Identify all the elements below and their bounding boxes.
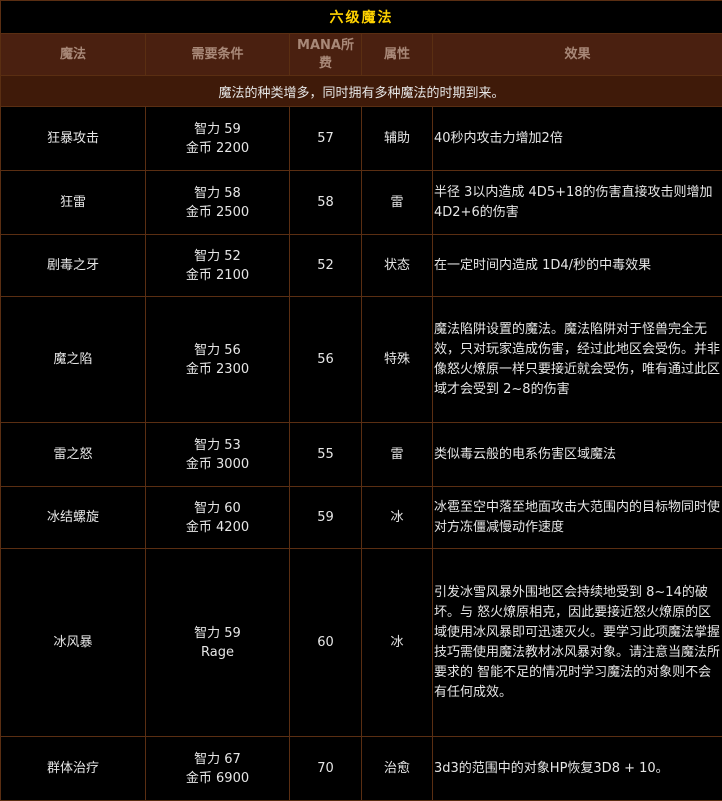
req-int: 智力 60	[146, 499, 289, 518]
spell-mana: 60	[290, 549, 362, 737]
header-attribute: 属性	[362, 34, 433, 76]
spell-name: 剧毒之牙	[1, 235, 146, 297]
spell-name: 魔之陷	[1, 297, 146, 423]
spell-requirement: 智力 52金币 2100	[146, 235, 290, 297]
header-mana-line2: 费	[290, 55, 361, 73]
spell-name: 狂暴攻击	[1, 107, 146, 171]
spell-requirement: 智力 60金币 4200	[146, 487, 290, 549]
spell-attribute: 雷	[362, 171, 433, 235]
spell-requirement: 智力 67金币 6900	[146, 737, 290, 801]
spell-attribute: 特殊	[362, 297, 433, 423]
spell-attribute: 冰	[362, 487, 433, 549]
spell-effect: 在一定时间内造成 1D4/秒的中毒效果	[433, 235, 722, 297]
spell-name: 冰风暴	[1, 549, 146, 737]
header-mana-line1: MANA所	[290, 37, 361, 55]
spell-requirement: 智力 58金币 2500	[146, 171, 290, 235]
req-cost: 金币 2100	[146, 266, 289, 285]
spell-effect: 冰雹至空中落至地面攻击大范围内的目标物同时使对方冻僵减慢动作速度	[433, 487, 722, 549]
spell-requirement: 智力 59金币 2200	[146, 107, 290, 171]
spell-effect: 40秒内攻击力增加2倍	[433, 107, 722, 171]
req-cost: 金币 6900	[146, 769, 289, 788]
spell-mana: 59	[290, 487, 362, 549]
spell-effect: 3d3的范围中的对象HP恢复3D8 + 10。	[433, 737, 722, 801]
spell-requirement: 智力 56金币 2300	[146, 297, 290, 423]
table-title: 六级魔法	[1, 1, 722, 34]
header-row: 魔法 需要条件 MANA所 费 属性 效果	[1, 34, 722, 76]
spell-attribute: 冰	[362, 549, 433, 737]
spell-mana: 57	[290, 107, 362, 171]
table-row: 冰结螺旋 智力 60金币 4200 59 冰 冰雹至空中落至地面攻击大范围内的目…	[1, 487, 722, 549]
magic-table: 六级魔法 魔法 需要条件 MANA所 费 属性 效果 魔法的种类增多，同时拥有多…	[0, 0, 722, 801]
req-cost: Rage	[146, 643, 289, 662]
req-cost: 金币 4200	[146, 518, 289, 537]
spell-attribute: 治愈	[362, 737, 433, 801]
req-int: 智力 59	[146, 120, 289, 139]
spell-mana: 55	[290, 423, 362, 487]
spell-effect: 半径 3以内造成 4D5+18的伤害直接攻击则增加4D2+6的伤害	[433, 171, 722, 235]
spell-attribute: 辅助	[362, 107, 433, 171]
req-int: 智力 52	[146, 247, 289, 266]
spell-name: 雷之怒	[1, 423, 146, 487]
table-row: 冰风暴 智力 59Rage 60 冰 引发冰雪风暴外围地区会持续地受到 8~14…	[1, 549, 722, 737]
req-cost: 金币 2300	[146, 360, 289, 379]
spell-name: 冰结螺旋	[1, 487, 146, 549]
req-cost: 金币 3000	[146, 455, 289, 474]
spell-effect: 类似毒云般的电系伤害区域魔法	[433, 423, 722, 487]
req-int: 智力 53	[146, 436, 289, 455]
header-mana: MANA所 费	[290, 34, 362, 76]
req-int: 智力 67	[146, 750, 289, 769]
req-int: 智力 56	[146, 341, 289, 360]
spell-requirement: 智力 53金币 3000	[146, 423, 290, 487]
spell-mana: 56	[290, 297, 362, 423]
spell-attribute: 雷	[362, 423, 433, 487]
table-row: 狂雷 智力 58金币 2500 58 雷 半径 3以内造成 4D5+18的伤害直…	[1, 171, 722, 235]
spell-effect: 魔法陷阱设置的魔法。魔法陷阱对于怪兽完全无效，只对玩家造成伤害，经过此地区会受伤…	[433, 297, 722, 423]
spell-mana: 52	[290, 235, 362, 297]
req-cost: 金币 2500	[146, 203, 289, 222]
spell-requirement: 智力 59Rage	[146, 549, 290, 737]
table-row: 狂暴攻击 智力 59金币 2200 57 辅助 40秒内攻击力增加2倍	[1, 107, 722, 171]
spell-mana: 70	[290, 737, 362, 801]
notice-row: 魔法的种类增多，同时拥有多种魔法的时期到来。	[1, 76, 722, 107]
req-int: 智力 59	[146, 624, 289, 643]
spell-effect: 引发冰雪风暴外围地区会持续地受到 8~14的破坏。与 怒火燎原相克，因此要接近怒…	[433, 549, 722, 737]
notice-text: 魔法的种类增多，同时拥有多种魔法的时期到来。	[1, 76, 722, 107]
header-effect: 效果	[433, 34, 722, 76]
req-cost: 金币 2200	[146, 139, 289, 158]
title-row: 六级魔法	[1, 1, 722, 34]
header-name: 魔法	[1, 34, 146, 76]
spell-name: 狂雷	[1, 171, 146, 235]
spell-name: 群体治疗	[1, 737, 146, 801]
header-requirement: 需要条件	[146, 34, 290, 76]
req-int: 智力 58	[146, 184, 289, 203]
table-row: 群体治疗 智力 67金币 6900 70 治愈 3d3的范围中的对象HP恢复3D…	[1, 737, 722, 801]
spell-attribute: 状态	[362, 235, 433, 297]
table-row: 雷之怒 智力 53金币 3000 55 雷 类似毒云般的电系伤害区域魔法	[1, 423, 722, 487]
spell-mana: 58	[290, 171, 362, 235]
table-row: 剧毒之牙 智力 52金币 2100 52 状态 在一定时间内造成 1D4/秒的中…	[1, 235, 722, 297]
table-row: 魔之陷 智力 56金币 2300 56 特殊 魔法陷阱设置的魔法。魔法陷阱对于怪…	[1, 297, 722, 423]
